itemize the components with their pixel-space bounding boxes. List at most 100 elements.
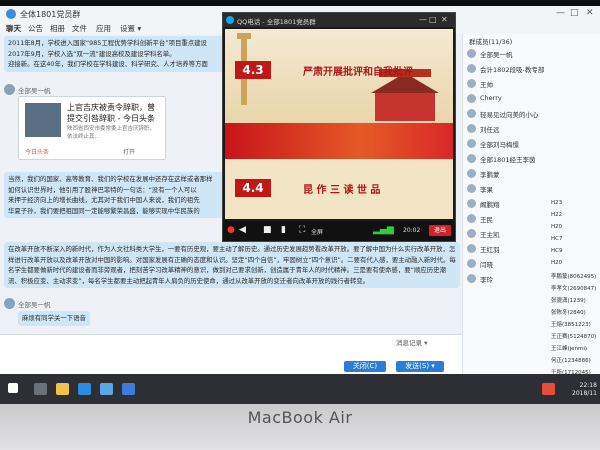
record-icon[interactable]: ●: [227, 225, 235, 235]
exit-call-button[interactable]: 退出: [429, 225, 451, 236]
member-name: 轻易见过向美的小心: [480, 111, 539, 119]
member-name[interactable]: HC9: [551, 248, 562, 254]
fullscreen-icon[interactable]: ⛶: [299, 225, 305, 235]
avatar[interactable]: [4, 84, 15, 95]
start-icon[interactable]: [8, 383, 18, 393]
sender-name: 全部吴一帆: [18, 87, 51, 95]
folder-icon[interactable]: [56, 383, 69, 395]
avatar: [467, 49, 476, 58]
member-item[interactable]: 李鹏蒙: [467, 168, 597, 180]
search-icon[interactable]: [34, 383, 47, 395]
browser-icon[interactable]: [78, 383, 91, 395]
member-name[interactable]: H22: [551, 212, 562, 218]
window-title: 全体1801党员群: [20, 10, 81, 19]
news-card[interactable]: 上官吉庆被责令辞职，曾提交引咎辞职 - 今日头条 陕西省西安市委常委上官吉庆辞职…: [18, 96, 166, 160]
screen-share-window[interactable]: QQ电话 - 全部1801党员群 — □ ✕ 4.3 严肃开展批评和自我批评 4…: [222, 12, 456, 242]
message-text: 华夏子孙，我们要把祖国同一定能够繁荣昌盛，能够实现中华民族的: [8, 206, 200, 215]
member-name[interactable]: 李孝文(2690847): [551, 284, 596, 292]
member-name[interactable]: 李鹏蒙(8062495): [551, 272, 596, 280]
system-clock[interactable]: 22:18 2018/11: [572, 382, 597, 398]
member-name: 李果: [480, 186, 493, 194]
message-text: 迎接新。在这40年，我们学校在学科建设、科学研究、人才培养等方面: [8, 60, 208, 68]
avatar: [467, 169, 476, 178]
mic-icon[interactable]: ▮: [281, 225, 286, 235]
member-name: 王主凯: [480, 231, 500, 239]
member-name[interactable]: 张陈冬(2840): [551, 308, 586, 316]
member-name: 全部刘马梅憬: [480, 141, 519, 149]
member-name[interactable]: H23: [551, 200, 562, 206]
member-name[interactable]: HC7: [551, 236, 562, 242]
member-item[interactable]: 全部吴一帆: [467, 48, 597, 60]
speaker-icon[interactable]: ◀: [239, 225, 246, 235]
member-name[interactable]: 张骁潇(1239): [551, 296, 586, 304]
open-link[interactable]: 打开: [123, 147, 135, 156]
maximize-icon[interactable]: □: [570, 8, 579, 18]
maximize-icon[interactable]: □: [429, 15, 437, 24]
avatar: [467, 199, 476, 208]
member-name: 王民: [480, 216, 493, 224]
member-name: Cherry: [480, 94, 502, 102]
store-icon[interactable]: [122, 383, 135, 395]
member-name[interactable]: 王江峰(jenmi): [551, 344, 587, 352]
message-bubble: 当然，我们的国家、高等教育、我们的学校在发展中还存在这样或者那样 如何认识世界时…: [4, 172, 224, 218]
member-name[interactable]: 王熔(3851223): [551, 320, 591, 328]
fullscreen-label[interactable]: 全屏: [311, 227, 323, 236]
slide-heading: 昆 作 三 读 世 品: [303, 185, 381, 196]
message-text: 麻烦有同学关一下语音: [22, 314, 86, 322]
avatar: [467, 244, 476, 253]
qq-call-icon: [226, 16, 234, 24]
close-icon[interactable]: ✕: [441, 15, 448, 24]
news-title: 上官吉庆被责令辞职，曾提交引咎辞职 - 今日头条: [67, 103, 155, 123]
member-item[interactable]: Cherry: [467, 93, 597, 105]
member-item[interactable]: 全部1801经王李茵: [467, 153, 597, 165]
message-bubble: 麻烦有同学关一下语音: [18, 311, 90, 326]
member-item[interactable]: 王红羽: [467, 243, 597, 255]
history-button[interactable]: 消息记录 ▾: [396, 337, 427, 347]
member-name: 全部吴一帆: [480, 51, 513, 59]
member-name: 王红羽: [480, 246, 500, 254]
member-name[interactable]: 王正赛(5124870): [551, 332, 596, 340]
close-icon[interactable]: ✕: [586, 8, 594, 18]
camera-icon[interactable]: ■: [263, 225, 272, 235]
avatar: [467, 139, 476, 148]
send-button[interactable]: 发送(S) ▾: [396, 361, 444, 372]
tab-chat[interactable]: 聊天: [6, 23, 21, 34]
minimize-icon[interactable]: —: [556, 8, 565, 18]
member-item[interactable]: 会计1802段吸-教专部: [467, 63, 597, 75]
avatar: [467, 184, 476, 193]
tab-files[interactable]: 文件: [72, 23, 87, 34]
avatar[interactable]: [4, 298, 15, 309]
member-name[interactable]: H20: [551, 260, 562, 266]
avatar: [467, 79, 476, 88]
member-item[interactable]: 阚鹏翔: [467, 198, 597, 210]
message-input[interactable]: 消息记录 ▾ 关闭(C) 发送(S) ▾: [0, 334, 462, 375]
member-name[interactable]: H20: [551, 224, 562, 230]
message-bubble: 在改革开放不断深入的新时代，作为人文社科类大学生，一要有历史观，要主动了解历史。…: [4, 242, 460, 288]
qq-icon[interactable]: [100, 383, 113, 395]
member-name[interactable]: 何正(1234886): [551, 356, 591, 364]
signal-icon: ▂▄▆: [373, 225, 394, 235]
tab-apps[interactable]: 应用: [96, 23, 111, 34]
tab-album[interactable]: 相册: [50, 23, 65, 34]
message-bubble: 2011年8月，学校进入国家“985工程优势学科创新平台”项目重点建设 2017…: [4, 36, 248, 72]
member-item[interactable]: 轻易见过向美的小心: [467, 108, 597, 120]
tab-announcement[interactable]: 公告: [28, 23, 43, 34]
avatar: [467, 154, 476, 163]
member-item[interactable]: 王主凯: [467, 228, 597, 240]
brand-label: MacBook Air: [247, 408, 353, 427]
tab-settings[interactable]: 设置 ▾: [120, 23, 141, 34]
member-item[interactable]: 王帅: [467, 78, 597, 90]
ime-icon[interactable]: [542, 383, 555, 395]
member-list[interactable]: 群成员(11/36) 全部吴一帆 会计1802段吸-教专部 王帅 Cherry 轻易见过…: [462, 34, 600, 374]
avatar: [467, 274, 476, 283]
call-control-bar: ● ◀ ■ ▮ ⛶ 全屏 ▂▄▆ 20:02 退出: [223, 221, 455, 241]
member-item[interactable]: 闫晓: [467, 258, 597, 270]
member-item[interactable]: 全部刘马梅憬: [467, 138, 597, 150]
minimize-icon[interactable]: —: [419, 15, 427, 24]
member-item[interactable]: 李果: [467, 183, 597, 195]
member-item[interactable]: 王民: [467, 213, 597, 225]
news-description: 陕西省西安市委常委上官吉庆辞职，依法终止其…: [67, 126, 156, 140]
close-button[interactable]: 关闭(C): [344, 361, 386, 372]
avatar: [467, 94, 476, 103]
member-item[interactable]: 刘任远: [467, 123, 597, 135]
